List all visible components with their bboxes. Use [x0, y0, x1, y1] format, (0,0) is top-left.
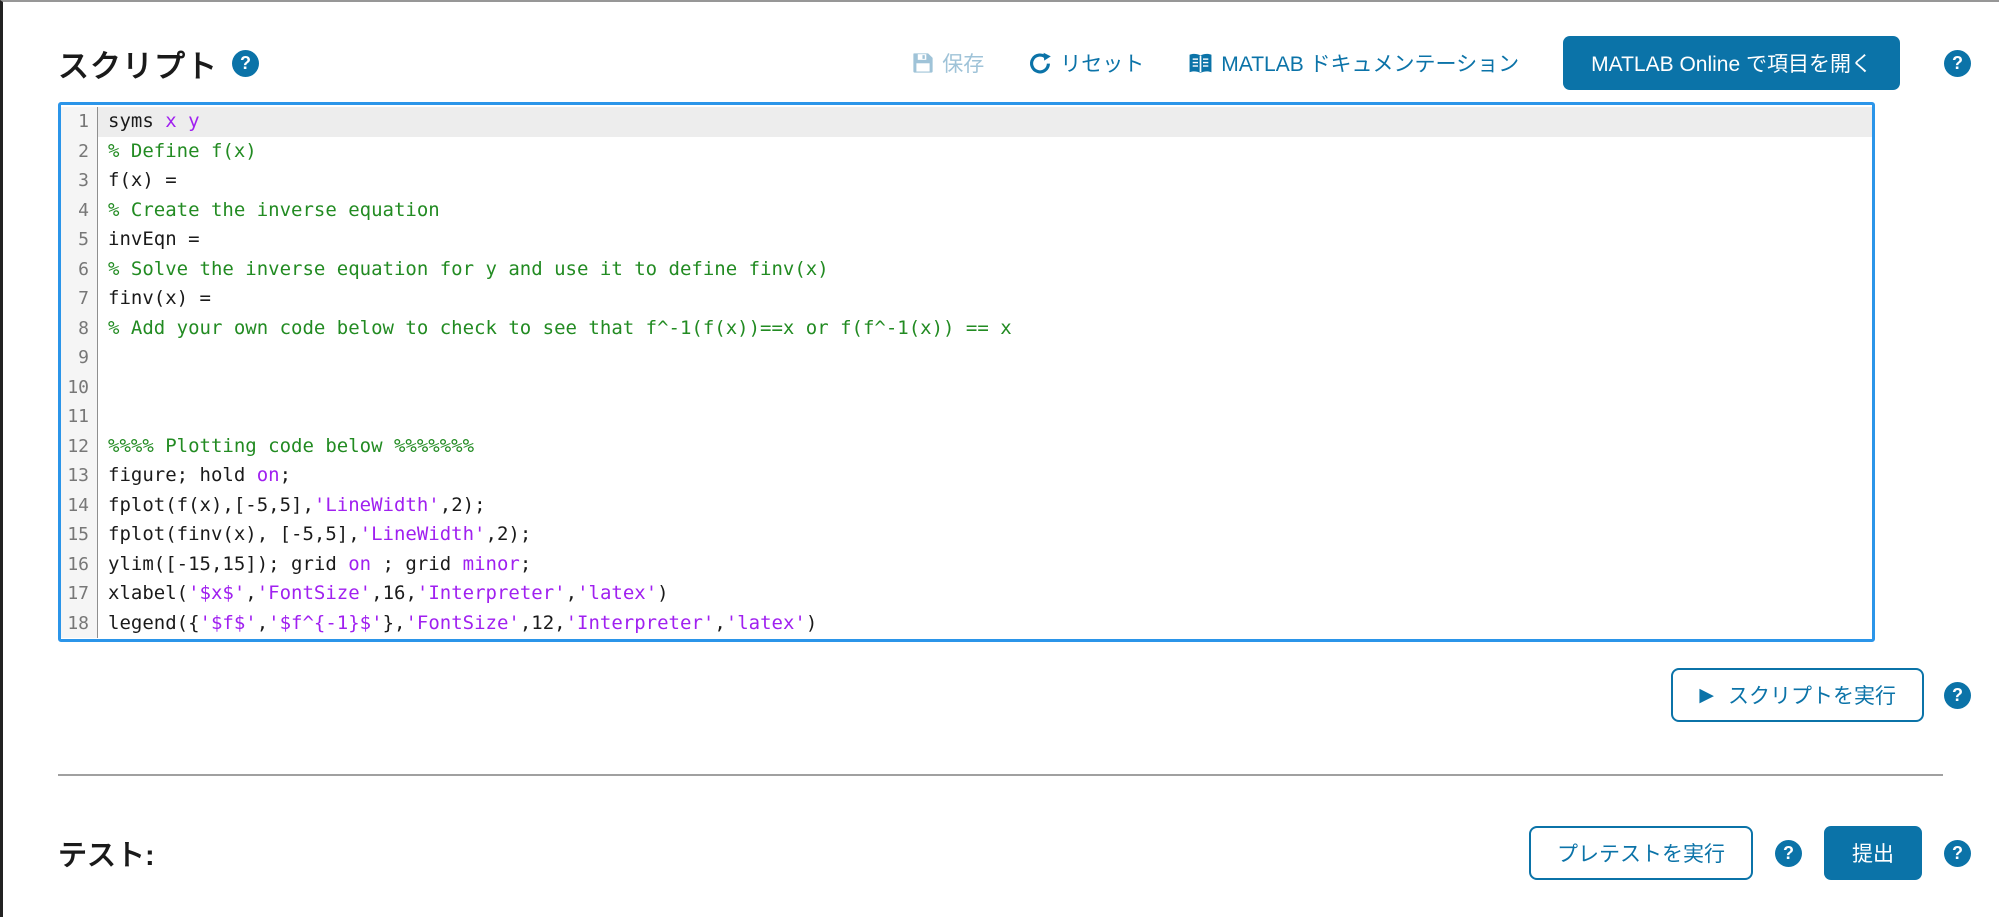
header: スクリプト ? 保存 [58, 2, 1971, 102]
code-text: ylim([-15,15]); grid on ; grid minor; [98, 550, 1872, 580]
run-script-button[interactable]: ▶ スクリプトを実行 [1671, 668, 1924, 722]
run-pretest-button[interactable]: プレテストを実行 [1529, 826, 1753, 880]
code-line[interactable]: 15fplot(finv(x), [-5,5],'LineWidth',2); [61, 520, 1872, 550]
line-number: 6 [61, 255, 98, 285]
reset-button[interactable]: リセット [1028, 48, 1144, 78]
line-number: 1 [61, 107, 98, 137]
save-icon [912, 52, 934, 74]
code-line[interactable]: 17xlabel('$x$','FontSize',16,'Interprete… [61, 579, 1872, 609]
save-button[interactable]: 保存 [912, 48, 984, 78]
tests-section: テスト: プレテストを実行 ? 提出 ? [58, 826, 1971, 880]
book-icon [1188, 51, 1213, 76]
help-icon[interactable]: ? [232, 50, 259, 77]
open-in-matlab-online-button[interactable]: MATLAB Online で項目を開く [1563, 36, 1900, 90]
reset-label: リセット [1060, 48, 1144, 78]
code-text [98, 373, 1872, 403]
help-icon[interactable]: ? [1944, 682, 1971, 709]
code-text: xlabel('$x$','FontSize',16,'Interpreter'… [98, 579, 1872, 609]
code-text: fplot(finv(x), [-5,5],'LineWidth',2); [98, 520, 1872, 550]
code-text: figure; hold on; [98, 461, 1872, 491]
line-number: 3 [61, 166, 98, 196]
page-title: スクリプト [58, 41, 218, 86]
code-text: invEqn = [98, 225, 1872, 255]
run-script-row: ▶ スクリプトを実行 ? [58, 668, 1971, 722]
help-icon[interactable]: ? [1775, 840, 1802, 867]
code-line[interactable]: 10 [61, 373, 1872, 403]
toolbar: 保存 リセット [912, 36, 1971, 90]
code-text: fplot(f(x),[-5,5],'LineWidth',2); [98, 491, 1872, 521]
code-line[interactable]: 16ylim([-15,15]); grid on ; grid minor; [61, 550, 1872, 580]
script-code-editor[interactable]: 1syms x y2% Define f(x)3f(x) =4% Create … [58, 102, 1875, 642]
line-number: 16 [61, 550, 98, 580]
tests-heading: テスト: [58, 832, 155, 874]
code-text: %%%% Plotting code below %%%%%%% [98, 432, 1872, 462]
code-line[interactable]: 14fplot(f(x),[-5,5],'LineWidth',2); [61, 491, 1872, 521]
code-text: legend({'$f$','$f^{-1}$'},'FontSize',12,… [98, 609, 1872, 639]
matlab-docs-label: MATLAB ドキュメンテーション [1221, 48, 1519, 78]
line-number: 5 [61, 225, 98, 255]
code-text: % Solve the inverse equation for y and u… [98, 255, 1872, 285]
line-number: 15 [61, 520, 98, 550]
code-line[interactable]: 9 [61, 343, 1872, 373]
code-text: % Define f(x) [98, 137, 1872, 167]
code-text: % Add your own code below to check to se… [98, 314, 1872, 344]
save-label: 保存 [942, 48, 984, 78]
tests-actions: プレテストを実行 ? 提出 ? [1529, 826, 1971, 880]
code-text: finv(x) = [98, 284, 1872, 314]
line-number: 12 [61, 432, 98, 462]
run-script-label: スクリプトを実行 [1728, 680, 1896, 710]
code-line[interactable]: 4% Create the inverse equation [61, 196, 1872, 226]
code-line[interactable]: 18legend({'$f$','$f^{-1}$'},'FontSize',1… [61, 609, 1872, 639]
line-number: 2 [61, 137, 98, 167]
code-text [98, 402, 1872, 432]
code-line[interactable]: 1syms x y [61, 107, 1872, 137]
code-line[interactable]: 6% Solve the inverse equation for y and … [61, 255, 1872, 285]
code-line[interactable]: 8% Add your own code below to check to s… [61, 314, 1872, 344]
line-number: 17 [61, 579, 98, 609]
matlab-docs-link[interactable]: MATLAB ドキュメンテーション [1188, 48, 1519, 78]
line-number: 18 [61, 609, 98, 639]
code-line[interactable]: 3f(x) = [61, 166, 1872, 196]
line-number: 14 [61, 491, 98, 521]
play-icon: ▶ [1699, 686, 1714, 705]
code-line[interactable]: 5invEqn = [61, 225, 1872, 255]
line-number: 9 [61, 343, 98, 373]
code-line[interactable]: 7finv(x) = [61, 284, 1872, 314]
line-number: 11 [61, 402, 98, 432]
code-text: f(x) = [98, 166, 1872, 196]
code-line[interactable]: 12%%%% Plotting code below %%%%%%% [61, 432, 1872, 462]
code-line[interactable]: 13figure; hold on; [61, 461, 1872, 491]
line-number: 13 [61, 461, 98, 491]
help-icon[interactable]: ? [1944, 50, 1971, 77]
code-line[interactable]: 2% Define f(x) [61, 137, 1872, 167]
section-divider [58, 774, 1943, 776]
code-text [98, 343, 1872, 373]
line-number: 10 [61, 373, 98, 403]
submit-button[interactable]: 提出 [1824, 826, 1922, 880]
page: スクリプト ? 保存 [3, 2, 1999, 880]
code-line[interactable]: 11 [61, 402, 1872, 432]
code-text: syms x y [98, 107, 1872, 137]
line-number: 8 [61, 314, 98, 344]
code-text: % Create the inverse equation [98, 196, 1872, 226]
line-number: 4 [61, 196, 98, 226]
line-number: 7 [61, 284, 98, 314]
help-icon[interactable]: ? [1944, 840, 1971, 867]
reset-icon [1028, 51, 1052, 75]
